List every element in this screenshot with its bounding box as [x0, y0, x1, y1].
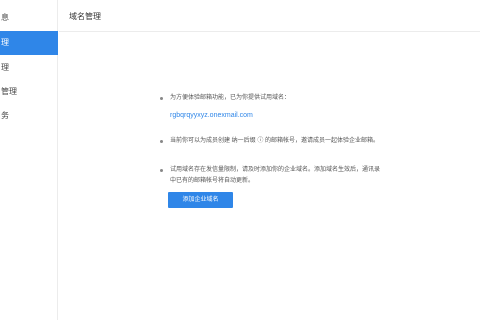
- limit-notice-line1: 试用域名存在发信量限制，请及时添加你的企业域名。添加域名生效后，通讯录: [170, 167, 381, 173]
- bullet-icon: [160, 169, 163, 172]
- sidebar-item-4[interactable]: 管理: [0, 80, 58, 104]
- bullet-icon: [160, 97, 163, 100]
- sidebar-item-info[interactable]: 息: [0, 6, 58, 30]
- sidebar-item-3[interactable]: 理: [0, 56, 58, 80]
- member-notice-text: 当前你可以为成员创建 纳一后缀 ⓘ 的邮箱帐号，邀请成员一起体验企业邮箱。: [170, 138, 380, 144]
- sidebar: 息 理 理 管理 务: [0, 0, 58, 320]
- page-title: 域名管理: [69, 12, 101, 21]
- add-enterprise-domain-button[interactable]: 添加企业域名: [168, 192, 233, 208]
- page-header: 域名管理: [59, 0, 480, 32]
- bullet-icon: [160, 140, 163, 143]
- sidebar-item-domain-management[interactable]: 理: [0, 31, 58, 55]
- trial-domain-text: rgbqrqyyxyz.onexmail.com: [170, 112, 253, 119]
- trial-notice-text: 为方便体验邮箱功能，已为你提供试用域名：: [170, 95, 291, 101]
- limit-notice-line2: 中已有的邮箱帐号将自动更新。: [170, 178, 255, 184]
- sidebar-item-5[interactable]: 务: [0, 104, 58, 128]
